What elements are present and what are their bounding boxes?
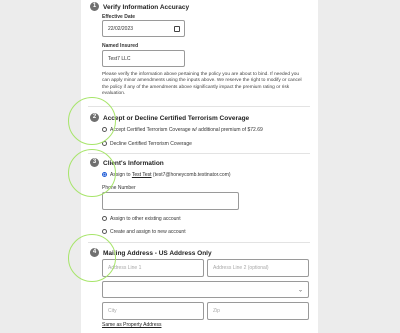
same-as-property-link[interactable]: Same as Property Address (102, 322, 161, 328)
named-insured-value: Test7 LLC (108, 55, 131, 62)
terrorism-decline-label: Decline Certified Terrorism Coverage (110, 141, 192, 147)
highlight-circle-step-3 (68, 149, 116, 197)
highlight-circle-step-4 (68, 234, 116, 282)
address-line-2-input[interactable]: Address Line 2 (optional) (207, 259, 309, 277)
named-insured-label: Named Insured (102, 43, 139, 49)
client-email: (test7@honeycomb.testinator.com) (152, 172, 231, 178)
step-1-badge: 1 (90, 2, 99, 11)
section-divider (88, 242, 310, 243)
section-1-title: Verify Information Accuracy (103, 4, 190, 11)
section-divider (88, 106, 310, 107)
client-name-link[interactable]: Test Test (132, 172, 152, 178)
create-new-account-label: Create and assign to new account (110, 229, 186, 235)
zip-input[interactable]: Zip (207, 302, 309, 320)
zip-placeholder: Zip (213, 308, 220, 314)
named-insured-input[interactable]: Test7 LLC (102, 50, 185, 67)
assign-existing-account-label: Assign to other existing account (110, 216, 181, 222)
address-line-1-input[interactable]: Address Line 1 (102, 259, 204, 277)
assign-existing-account-radio[interactable] (102, 216, 107, 221)
effective-date-input[interactable]: 22/02/2023 (102, 20, 185, 37)
effective-date-value: 22/02/2023 (108, 25, 134, 32)
city-placeholder: City (108, 308, 117, 314)
chevron-down-icon: ⌄ (297, 287, 303, 293)
section-4-title: Mailing Address - US Address Only (103, 250, 212, 257)
phone-number-input[interactable] (102, 192, 239, 210)
highlight-circle-step-2 (68, 97, 116, 145)
verification-disclaimer: Please verify the information above pert… (102, 72, 302, 96)
state-select[interactable]: ⌄ (102, 281, 309, 298)
assign-to-client-label: Assign to Test Test (test7@honeycomb.tes… (110, 172, 231, 178)
address-line-2-placeholder: Address Line 2 (optional) (213, 265, 269, 271)
city-input[interactable]: City (102, 302, 204, 320)
section-2-title: Accept or Decline Certified Terrorism Co… (103, 115, 250, 122)
create-new-account-radio[interactable] (102, 229, 107, 234)
terrorism-accept-label: Accept Certified Terrorism Coverage w/ a… (110, 127, 263, 133)
calendar-icon[interactable] (174, 25, 180, 32)
section-divider (88, 153, 310, 154)
